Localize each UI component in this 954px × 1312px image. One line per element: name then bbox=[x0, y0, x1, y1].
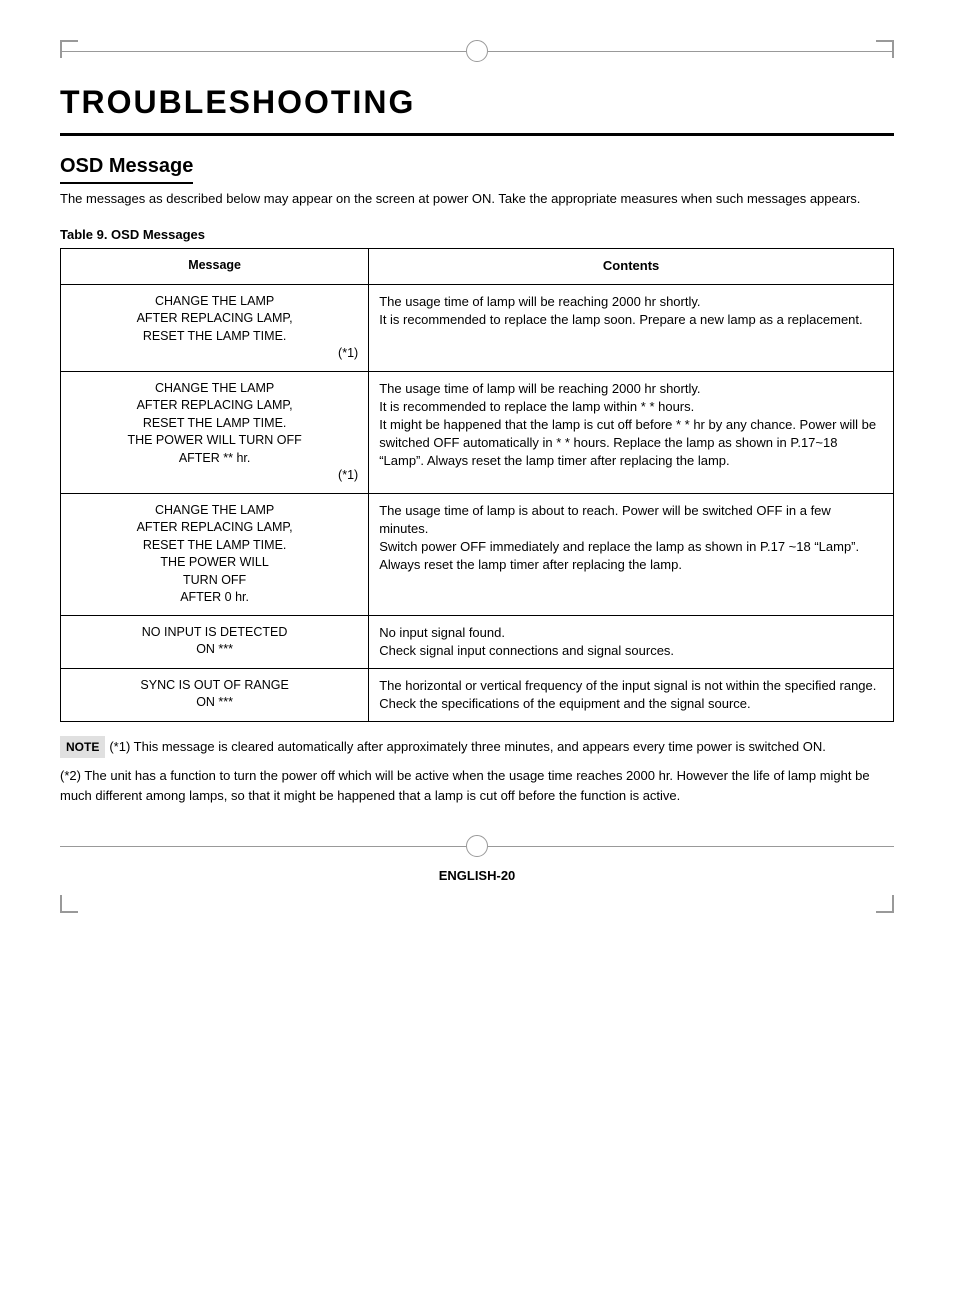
main-title: TROUBLESHOOTING bbox=[60, 80, 894, 136]
corner-br bbox=[876, 895, 894, 913]
contents-cell-0: The usage time of lamp will be reaching … bbox=[369, 284, 894, 371]
table-row: CHANGE THE LAMPAFTER REPLACING LAMP,RESE… bbox=[61, 493, 894, 615]
message-cell-3: NO INPUT IS DETECTEDON *** bbox=[61, 615, 369, 668]
table-row: NO INPUT IS DETECTEDON ***No input signa… bbox=[61, 615, 894, 668]
note-label: NOTE bbox=[60, 736, 105, 758]
top-line-left bbox=[60, 51, 466, 52]
message-cell-0: CHANGE THE LAMPAFTER REPLACING LAMP,RESE… bbox=[61, 284, 369, 371]
corner-bl bbox=[60, 895, 78, 913]
top-line-right bbox=[488, 51, 894, 52]
message-cell-2: CHANGE THE LAMPAFTER REPLACING LAMP,RESE… bbox=[61, 493, 369, 615]
table-row: SYNC IS OUT OF RANGEON ***The horizontal… bbox=[61, 668, 894, 721]
contents-cell-2: The usage time of lamp is about to reach… bbox=[369, 493, 894, 615]
col-header-message: Message bbox=[61, 249, 369, 284]
contents-cell-4: The horizontal or vertical frequency of … bbox=[369, 668, 894, 721]
contents-cell-1: The usage time of lamp will be reaching … bbox=[369, 371, 894, 493]
top-circle-mark bbox=[466, 40, 488, 62]
table-title: Table 9. OSD Messages bbox=[60, 226, 894, 244]
contents-cell-3: No input signal found.Check signal input… bbox=[369, 615, 894, 668]
section-title: OSD Message bbox=[60, 152, 193, 184]
note2-text: (*2) The unit has a function to turn the… bbox=[60, 766, 894, 805]
bottom-line-right bbox=[488, 846, 894, 847]
note-text: (*1) This message is cleared automatical… bbox=[109, 739, 826, 754]
note-paragraph: NOTE (*1) This message is cleared automat… bbox=[60, 736, 894, 758]
top-divider bbox=[60, 40, 894, 62]
bottom-line-left bbox=[60, 846, 466, 847]
corner-tl bbox=[60, 40, 78, 58]
osd-messages-table: Message Contents CHANGE THE LAMPAFTER RE… bbox=[60, 248, 894, 722]
message-cell-1: CHANGE THE LAMPAFTER REPLACING LAMP,RESE… bbox=[61, 371, 369, 493]
col-header-contents: Contents bbox=[369, 249, 894, 284]
bottom-divider bbox=[60, 835, 894, 857]
intro-text: The messages as described below may appe… bbox=[60, 190, 894, 208]
bottom-circle-mark bbox=[466, 835, 488, 857]
message-cell-4: SYNC IS OUT OF RANGEON *** bbox=[61, 668, 369, 721]
table-row: CHANGE THE LAMPAFTER REPLACING LAMP,RESE… bbox=[61, 284, 894, 371]
page-wrapper: TROUBLESHOOTING OSD Message The messages… bbox=[60, 40, 894, 1240]
table-row: CHANGE THE LAMPAFTER REPLACING LAMP,RESE… bbox=[61, 371, 894, 493]
corner-tr bbox=[876, 40, 894, 58]
footer-text: ENGLISH-20 bbox=[439, 868, 516, 883]
